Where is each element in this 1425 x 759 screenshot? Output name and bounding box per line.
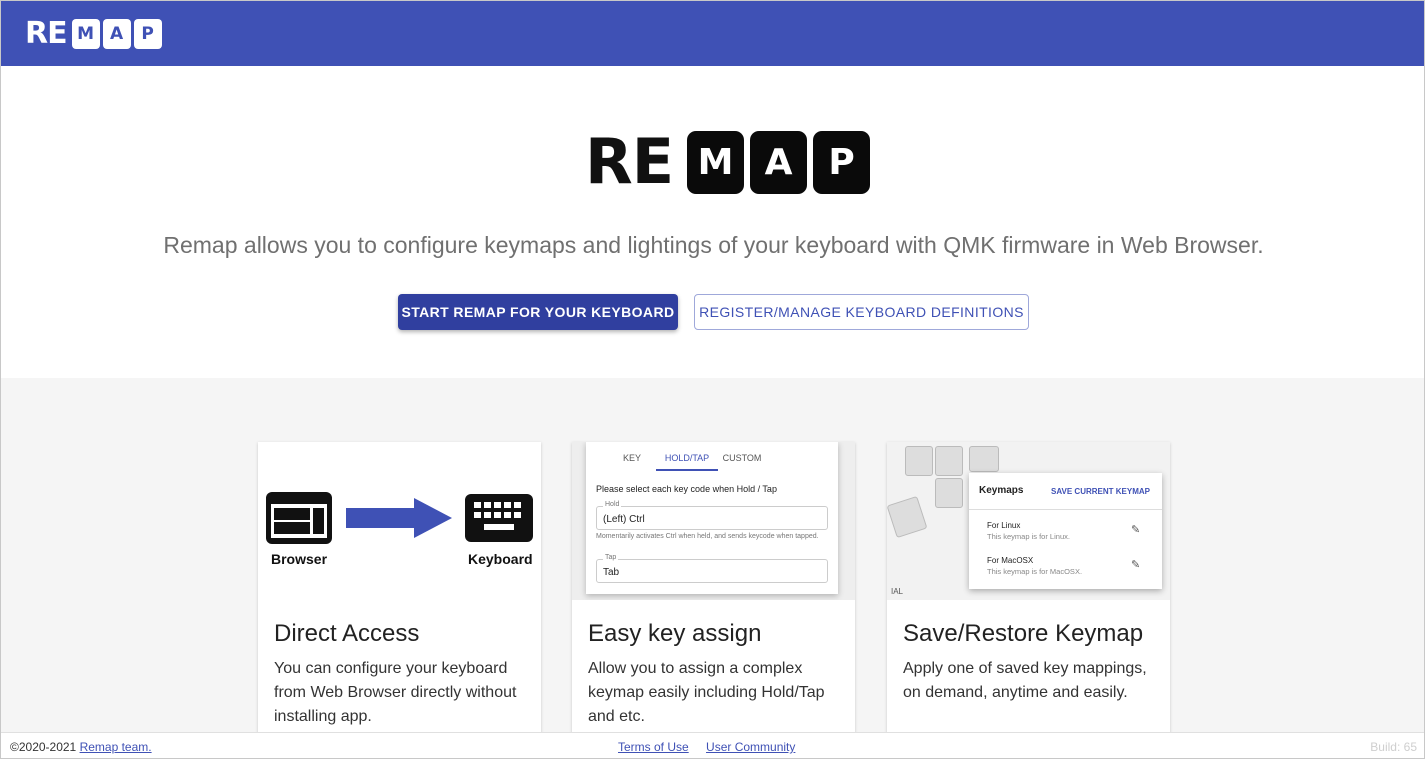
hero-logo-tile-a: A [750,130,808,194]
save-current-keymap-label: SAVE CURRENT KEYMAP [1051,487,1150,496]
logo-tile-m: M [71,19,100,49]
tab-custom: CUSTOM [722,453,762,463]
feature-title: Save/Restore Keymap [903,620,1144,647]
keycap [969,446,999,472]
hero-logo-text: RE [585,125,674,198]
feature-card-easy-key-assign: KEY HOLD/TAP CUSTOM Please select each k… [572,442,855,752]
build-number: Build: 65 [1370,740,1417,754]
tab-key: KEY [622,453,641,463]
tab-hold-tap: HOLD/TAP [656,453,718,471]
hold-tap-panel: KEY HOLD/TAP CUSTOM Please select each k… [586,442,838,594]
divider [969,509,1162,510]
page: RE M A P RE M A P Remap allows you to co… [0,0,1425,759]
start-remap-button[interactable]: START REMAP FOR YOUR KEYBOARD [398,294,678,330]
direct-access-illustration: Browser Keyboard [258,442,541,600]
keymaps-screenshot: IAL Keymaps SAVE CURRENT KEYMAP For Linu… [887,442,1170,600]
hero-tagline: Remap allows you to configure keymaps an… [163,232,1264,258]
logo-text: RE [25,16,68,51]
copyright-text: ©2020-2021 [10,740,77,754]
feature-card-save-restore: IAL Keymaps SAVE CURRENT KEYMAP For Linu… [887,442,1170,752]
register-definitions-button[interactable]: REGISTER/MANAGE KEYBOARD DEFINITIONS [694,294,1029,330]
terms-of-use-link[interactable]: Terms of Use [618,740,689,754]
feature-title: Direct Access [274,620,420,647]
keymap-item: For MacOSX This keymap is for MacOSX. [987,556,1082,576]
tap-field-value: Tab [603,567,620,578]
hero-logo-tile-m: M [687,130,745,194]
keycap [935,478,963,508]
hero-section: RE M A P Remap allows you to configure k… [1,66,1424,378]
pencil-icon: ✎ [1131,559,1141,571]
keymap-item-name: For MacOSX [987,556,1034,565]
browser-icon [266,492,332,544]
keymap-item-note: This keymap is for Linux. [987,532,1070,541]
browser-label: Browser [271,551,328,567]
app-bar: RE M A P [1,1,1424,66]
keymaps-panel: Keymaps SAVE CURRENT KEYMAP For Linux Th… [969,473,1162,589]
header-logo[interactable]: RE M A P [25,18,162,50]
keycap [905,446,933,476]
footer: ©2020-2021 Remap team. Terms of Use User… [1,732,1424,758]
feature-description: Allow you to assign a complex keymap eas… [588,660,825,725]
tap-field-label: Tap [603,554,619,561]
user-community-link[interactable]: User Community [706,740,795,754]
keycap [935,446,963,476]
key-fragment-label: IAL [891,587,904,596]
feature-description: You can configure your keyboard from Web… [274,660,517,725]
remap-team-link[interactable]: Remap team. [80,740,152,754]
keymap-item: For Linux This keymap is for Linux. [987,521,1070,541]
keymap-item-name: For Linux [987,521,1021,530]
features-section: Browser Keyboard Direct Access You can c… [1,378,1424,752]
arrow-right-icon [346,498,452,538]
logo-tile-a: A [102,19,131,49]
hero-logo-tile-p: P [813,130,871,194]
hold-tap-hint: Please select each key code when Hold / … [596,484,777,494]
pencil-icon: ✎ [1131,524,1141,536]
footer-copyright: ©2020-2021 Remap team. [10,740,152,754]
feature-card-direct-access: Browser Keyboard Direct Access You can c… [258,442,541,752]
hold-field: Hold (Left) Ctrl [596,501,828,530]
hold-field-value: (Left) Ctrl [603,514,645,525]
keymap-item-note: This keymap is for MacOSX. [987,567,1083,576]
hero-logo: RE M A P [585,125,871,198]
keycap [887,495,928,539]
keymaps-panel-title: Keymaps [979,485,1024,496]
hold-help-text: Momentarily activates Ctrl when held, an… [596,533,819,540]
keyboard-icon [465,494,533,542]
keyboard-label: Keyboard [468,551,533,567]
footer-links: Terms of Use User Community [618,740,809,754]
tap-field: Tap Tab [596,554,828,583]
hold-field-label: Hold [603,501,622,508]
key-assign-screenshot: KEY HOLD/TAP CUSTOM Please select each k… [572,442,855,600]
feature-title: Easy key assign [588,620,762,647]
logo-tile-p: P [133,19,162,49]
feature-description: Apply one of saved key mappings, on dema… [903,660,1147,701]
